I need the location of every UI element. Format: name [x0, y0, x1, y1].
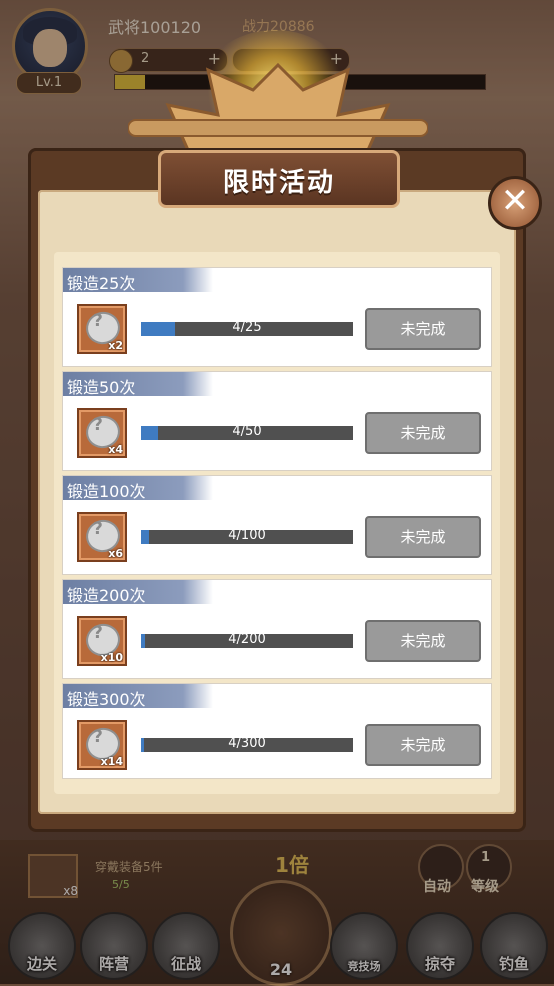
mask-ornament: [128, 62, 428, 152]
task-title: 锻造50次: [67, 378, 136, 397]
task-title: 锻造100次: [67, 482, 146, 501]
task-progress-text: 4/25: [232, 320, 262, 335]
task-status-button[interactable]: 未完成: [365, 308, 481, 350]
task-row: 锻造300次 ? x14 4/300 未完成: [62, 683, 492, 779]
reward-count: x14: [100, 755, 123, 768]
reward-symbol: ?: [93, 311, 103, 331]
task-title: 锻造25次: [67, 274, 136, 293]
task-progress-bar: 4/200: [141, 632, 353, 648]
reward-symbol: ?: [93, 415, 103, 435]
task-title-tab: 锻造100次: [63, 476, 213, 501]
task-status-button[interactable]: 未完成: [365, 724, 481, 766]
task-row: 锻造200次 ? x10 4/200 未完成: [62, 579, 492, 679]
task-progress-text: 4/200: [228, 632, 266, 647]
reward-item-icon[interactable]: ? x14: [77, 720, 127, 770]
reward-item-icon[interactable]: ? x10: [77, 616, 127, 666]
task-progress-bar: 4/300: [141, 736, 353, 752]
reward-symbol: ?: [93, 519, 103, 539]
task-title-tab: 锻造200次: [63, 580, 213, 605]
task-progress-text: 4/300: [228, 736, 266, 751]
reward-count: x4: [108, 443, 123, 456]
task-title-tab: 锻造25次: [63, 268, 213, 293]
task-status-button[interactable]: 未完成: [365, 516, 481, 558]
modal-title-plate: 限时活动: [158, 150, 400, 208]
task-row: 锻造100次 ? x6 4/100 未完成: [62, 475, 492, 575]
task-status-button[interactable]: 未完成: [365, 412, 481, 454]
reward-count: x6: [108, 547, 123, 560]
close-icon: ✕: [500, 181, 530, 221]
reward-symbol: ?: [93, 623, 103, 643]
task-progress-bar: 4/100: [141, 528, 353, 544]
reward-count: x10: [100, 651, 123, 664]
task-row: 锻造50次 ? x4 4/50 未完成: [62, 371, 492, 471]
task-title-tab: 锻造300次: [63, 684, 213, 709]
reward-item-icon[interactable]: ? x6: [77, 512, 127, 562]
task-status-button[interactable]: 未完成: [365, 620, 481, 662]
reward-symbol: ?: [93, 727, 103, 747]
task-progress-text: 4/50: [232, 424, 262, 439]
task-progress-bar: 4/25: [141, 320, 353, 336]
task-title: 锻造200次: [67, 586, 146, 605]
task-title: 锻造300次: [67, 690, 146, 709]
task-row: 锻造25次 ? x2 4/25 未完成: [62, 267, 492, 367]
modal-title: 限时活动: [222, 168, 335, 198]
task-title-tab: 锻造50次: [63, 372, 213, 397]
reward-item-icon[interactable]: ? x2: [77, 304, 127, 354]
task-progress-text: 4/100: [228, 528, 266, 543]
close-button[interactable]: ✕: [488, 176, 542, 230]
reward-item-icon[interactable]: ? x4: [77, 408, 127, 458]
task-progress-bar: 4/50: [141, 424, 353, 440]
reward-count: x2: [108, 339, 123, 352]
